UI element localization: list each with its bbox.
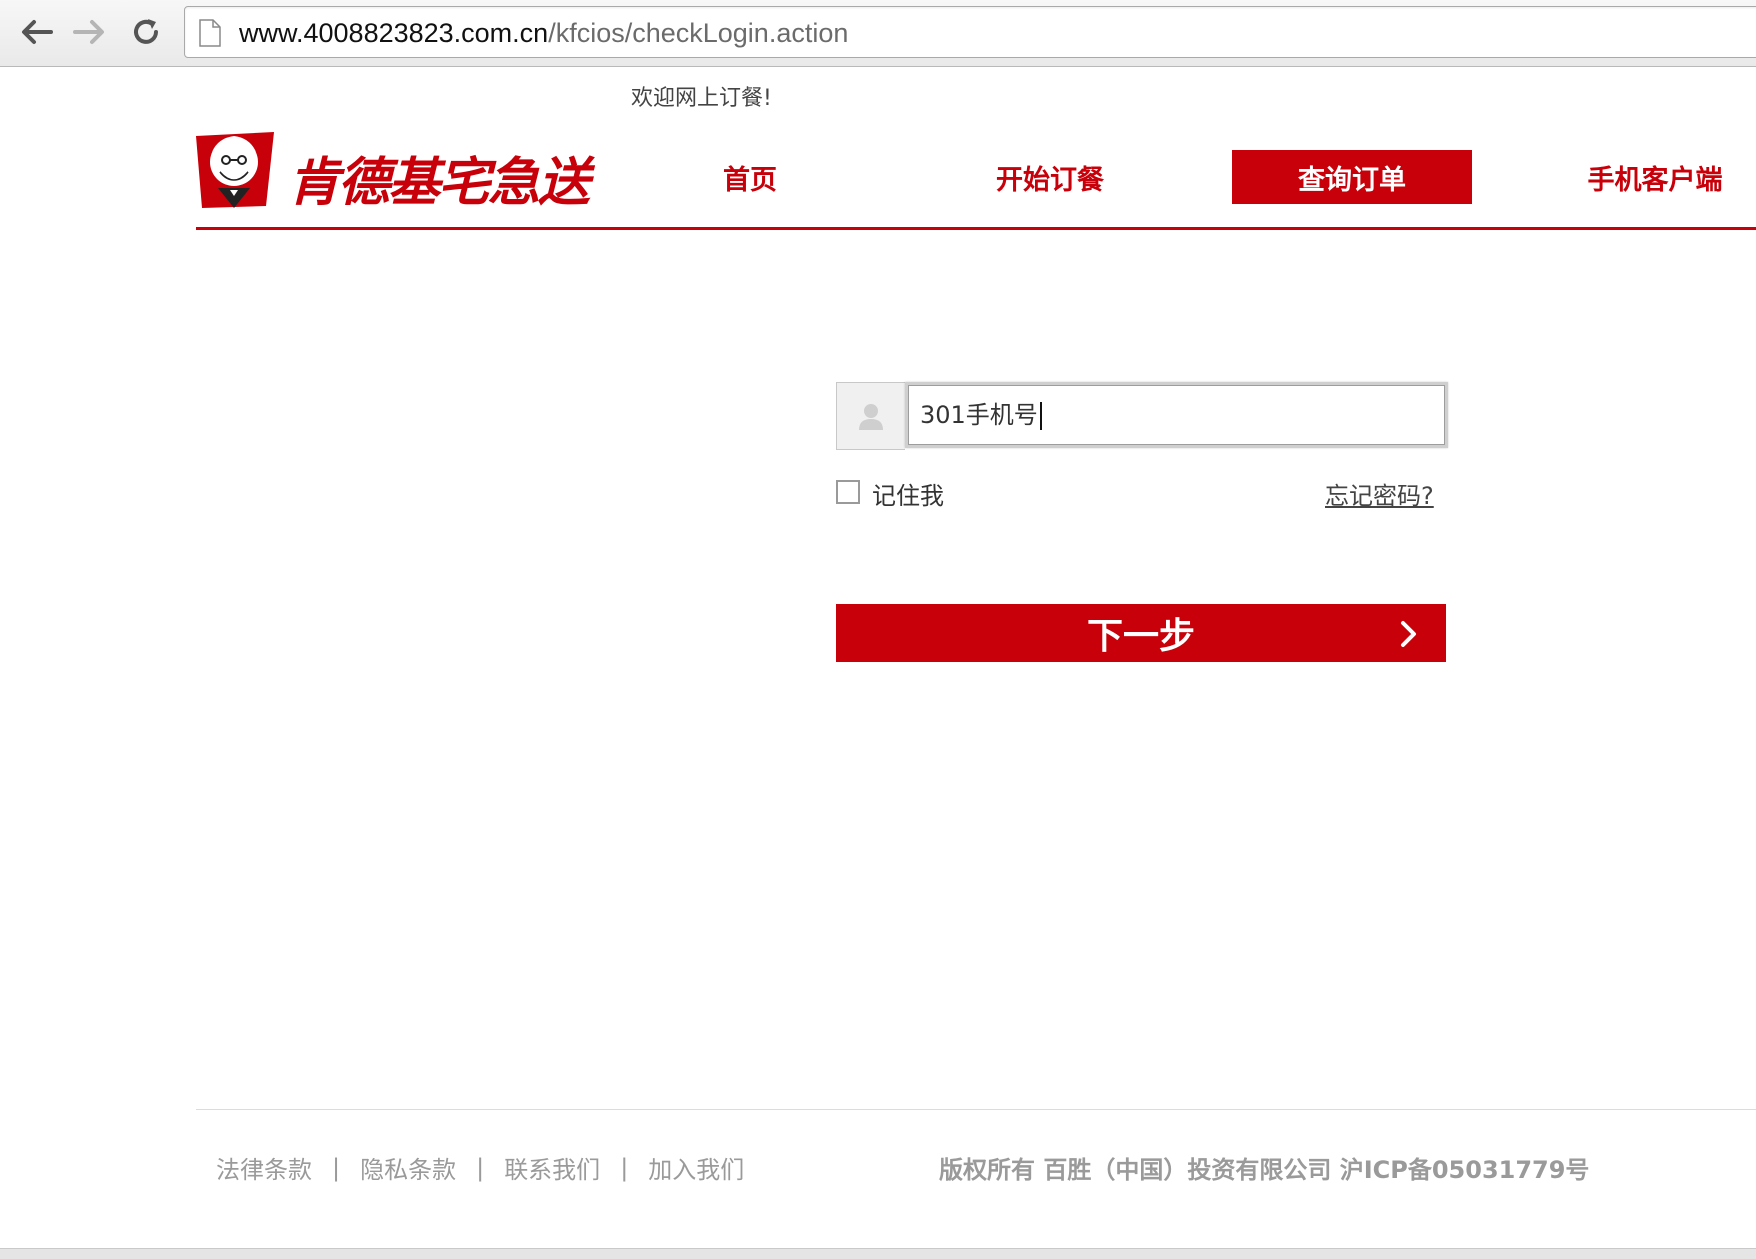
- footer-links: 法律条款 | 隐私条款 | 联系我们 | 加入我们: [216, 1150, 744, 1185]
- back-button[interactable]: [14, 10, 58, 54]
- browser-bottom-edge: [0, 1248, 1756, 1259]
- url-host: www.4008823823.com.cn: [239, 18, 549, 48]
- nav-divider: [196, 227, 1756, 230]
- reload-icon: [134, 19, 158, 44]
- text-caret: [1039, 402, 1042, 430]
- kfc-logo[interactable]: 肯德基宅急送: [194, 122, 604, 213]
- nav-mobile-client[interactable]: 手机客户端: [1570, 150, 1740, 204]
- footer-separator: |: [332, 1153, 341, 1182]
- address-bar[interactable]: www.4008823823.com.cn/kfcios/checkLogin.…: [184, 6, 1756, 58]
- next-button[interactable]: 下一步: [836, 604, 1446, 662]
- footer-link-privacy[interactable]: 隐私条款: [360, 1150, 456, 1185]
- nav-start-order[interactable]: 开始订餐: [980, 150, 1120, 204]
- user-icon: [859, 404, 883, 430]
- phone-input[interactable]: 301手机号: [905, 382, 1448, 448]
- footer-link-legal[interactable]: 法律条款: [216, 1150, 312, 1185]
- footer-link-join[interactable]: 加入我们: [648, 1150, 744, 1185]
- forward-arrow-icon: [73, 20, 104, 44]
- forgot-password-link[interactable]: 忘记密码?: [1325, 476, 1434, 511]
- colonel-logo-icon: [196, 132, 274, 208]
- url-path: /kfcios/checkLogin.action: [548, 18, 849, 48]
- back-arrow-icon: [22, 20, 53, 44]
- logo-text: 肯德基宅急送: [288, 153, 590, 213]
- remember-label: 记住我: [872, 482, 944, 510]
- phone-input-value: 301手机号: [920, 401, 1038, 429]
- remember-checkbox[interactable]: [836, 480, 860, 504]
- browser-toolbar: www.4008823823.com.cn/kfcios/checkLogin.…: [0, 0, 1756, 67]
- page-icon: [199, 19, 221, 47]
- footer-separator: |: [476, 1153, 485, 1182]
- nav-home[interactable]: 首页: [700, 150, 800, 204]
- next-button-label: 下一步: [1086, 616, 1195, 657]
- nav-query-order[interactable]: 查询订单: [1232, 150, 1472, 204]
- address-text: www.4008823823.com.cn/kfcios/checkLogin.…: [239, 18, 848, 49]
- user-icon-box: [836, 382, 905, 450]
- chevron-right-icon: [1401, 621, 1416, 647]
- forward-button[interactable]: [68, 10, 112, 54]
- reload-button[interactable]: [124, 10, 168, 54]
- footer-copyright: 版权所有 百胜（中国）投资有限公司 沪ICP备05031779号: [939, 1156, 1590, 1184]
- footer-divider: [196, 1109, 1756, 1110]
- footer-separator: |: [620, 1153, 629, 1182]
- welcome-text: 欢迎网上订餐!: [631, 86, 772, 111]
- footer-link-contact[interactable]: 联系我们: [504, 1150, 600, 1185]
